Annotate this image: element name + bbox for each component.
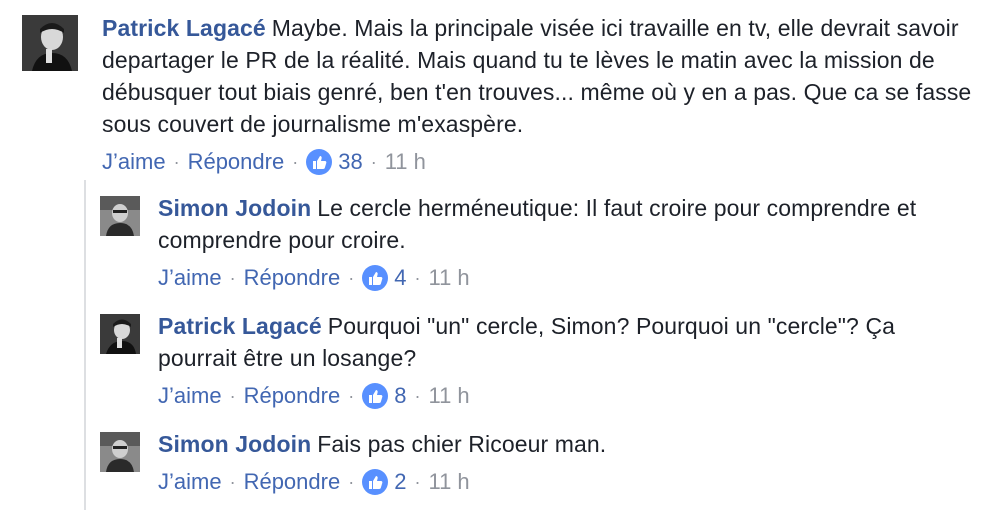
timestamp[interactable]: 11 h: [428, 264, 469, 292]
comment-item: Patrick Lagacé Maybe. Mais la principale …: [22, 12, 982, 182]
timestamp[interactable]: 11 h: [428, 468, 469, 496]
author-name-link[interactable]: Patrick Lagacé: [102, 15, 266, 41]
like-count[interactable]: 4: [394, 264, 406, 292]
like-link[interactable]: J’aime: [102, 148, 166, 176]
thumbs-up-icon[interactable]: [362, 265, 389, 291]
like-count[interactable]: 38: [338, 148, 362, 176]
reply-item: Simon Jodoin Le cercle herméneutique: Il …: [100, 192, 980, 302]
separator-dot: ·: [414, 386, 421, 406]
thumbs-up-icon[interactable]: [306, 149, 333, 175]
like-link[interactable]: J’aime: [158, 382, 222, 410]
separator-dot: ·: [229, 386, 236, 406]
comment-body: Patrick Lagacé Pourquoi "un" cercle, Simo…: [158, 310, 958, 374]
separator-dot: ·: [370, 152, 377, 172]
avatar[interactable]: [100, 314, 140, 354]
comment-body: Simon Jodoin Fais pas chier Ricoeur man.: [158, 428, 958, 460]
like-link[interactable]: J’aime: [158, 264, 222, 292]
separator-dot: ·: [414, 268, 421, 288]
timestamp[interactable]: 11 h: [428, 382, 469, 410]
like-count[interactable]: 8: [394, 382, 406, 410]
author-name-link[interactable]: Simon Jodoin: [158, 431, 311, 457]
reply-thread-line: [84, 180, 86, 510]
comment-body: Simon Jodoin Le cercle herméneutique: Il …: [158, 192, 958, 256]
separator-dot: ·: [348, 472, 355, 492]
separator-dot: ·: [229, 472, 236, 492]
reply-link[interactable]: Répondre: [244, 264, 341, 292]
author-name-link[interactable]: Simon Jodoin: [158, 195, 311, 221]
avatar[interactable]: [22, 15, 78, 71]
thumbs-up-icon[interactable]: [362, 469, 389, 495]
reply-item: Patrick Lagacé Pourquoi "un" cercle, Simo…: [100, 310, 980, 420]
separator-dot: ·: [348, 386, 355, 406]
thumbs-up-icon[interactable]: [362, 383, 389, 409]
simon-avatar-icon: [100, 196, 140, 236]
separator-dot: ·: [173, 152, 180, 172]
comment-actions: J’aime · Répondre · 4 · 11 h: [158, 264, 470, 292]
comment-actions: J’aime · Répondre · 8 · 11 h: [158, 382, 470, 410]
patrick-avatar-icon: [22, 15, 78, 71]
simon-avatar-icon: [100, 432, 140, 472]
patrick-avatar-icon: [100, 314, 140, 354]
comment-actions: J’aime · Répondre · 38 · 11 h: [102, 148, 426, 176]
separator-dot: ·: [292, 152, 299, 172]
avatar[interactable]: [100, 196, 140, 236]
separator-dot: ·: [229, 268, 236, 288]
comment-text: Fais pas chier Ricoeur man.: [317, 431, 607, 457]
reply-link[interactable]: Répondre: [188, 148, 285, 176]
timestamp[interactable]: 11 h: [385, 148, 426, 176]
separator-dot: ·: [348, 268, 355, 288]
like-link[interactable]: J’aime: [158, 468, 222, 496]
reply-link[interactable]: Répondre: [244, 468, 341, 496]
reply-item: Simon Jodoin Fais pas chier Ricoeur man. …: [100, 428, 980, 503]
author-name-link[interactable]: Patrick Lagacé: [158, 313, 322, 339]
comment-body: Patrick Lagacé Maybe. Mais la principale …: [102, 12, 982, 140]
avatar[interactable]: [100, 432, 140, 472]
like-count[interactable]: 2: [394, 468, 406, 496]
reply-link[interactable]: Répondre: [244, 382, 341, 410]
separator-dot: ·: [414, 472, 421, 492]
comment-actions: J’aime · Répondre · 2 · 11 h: [158, 468, 470, 496]
